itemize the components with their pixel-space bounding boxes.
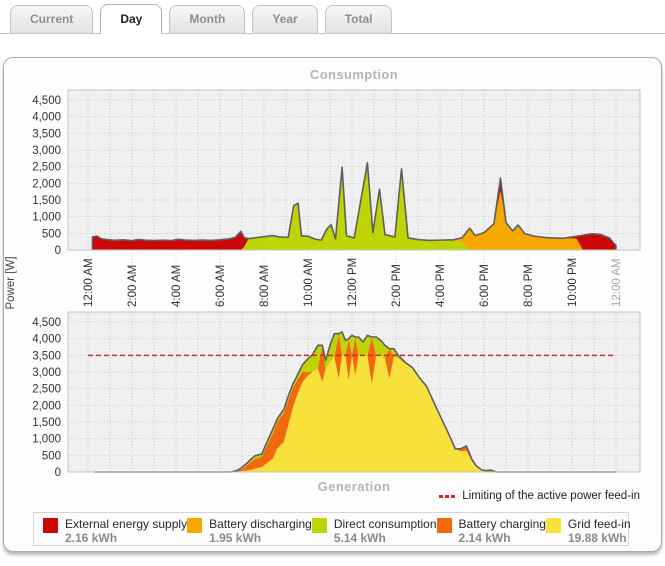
energy-dashboard: Current Day Month Year Total 05001,0001,… [0, 0, 665, 566]
legend-label: Battery discharging [209, 517, 312, 531]
tab-bar: Current Day Month Year Total [0, 3, 665, 34]
legend-value: 2.16 kWh [65, 531, 187, 546]
legend-item-external-energy-supply: External energy supply 2.16 kWh [43, 517, 187, 545]
chart-panel [3, 57, 662, 552]
legend-value: 2.14 kWh [459, 531, 546, 546]
legend-item-direct-consumption: Direct consumption 5.14 kWh [312, 517, 437, 545]
legend-label: Battery charging [459, 517, 546, 531]
grid-feed-in-swatch-icon [546, 518, 561, 533]
legend-value: 5.14 kWh [334, 531, 437, 546]
limit-line-label: Limiting of the active power feed-in [462, 490, 640, 502]
direct-consumption-swatch-icon [312, 518, 327, 533]
tab-total[interactable]: Total [325, 5, 393, 33]
chart-legend: External energy supply 2.16 kWh Battery … [33, 512, 629, 546]
legend-label: External energy supply [65, 517, 187, 531]
limit-line-legend: Limiting of the active power feed-in [439, 490, 640, 502]
external-energy-supply-swatch-icon [43, 518, 58, 533]
tab-day[interactable]: Day [100, 4, 162, 34]
legend-item-battery-discharging: Battery discharging 1.95 kWh [187, 517, 312, 545]
limit-dashed-line-icon [439, 495, 456, 498]
battery-discharging-swatch-icon [187, 518, 202, 533]
legend-value: 1.95 kWh [209, 531, 312, 546]
legend-item-grid-feed-in: Grid feed-in 19.88 kWh [546, 517, 631, 545]
legend-item-battery-charging: Battery charging 2.14 kWh [437, 517, 546, 545]
legend-label: Direct consumption [334, 517, 437, 531]
tab-current[interactable]: Current [10, 5, 93, 33]
tab-year[interactable]: Year [252, 5, 317, 33]
tab-month[interactable]: Month [169, 5, 245, 33]
battery-charging-swatch-icon [437, 518, 452, 533]
legend-value: 19.88 kWh [568, 531, 631, 546]
consumption-chart-title: Consumption [68, 67, 640, 82]
legend-label: Grid feed-in [568, 517, 631, 531]
